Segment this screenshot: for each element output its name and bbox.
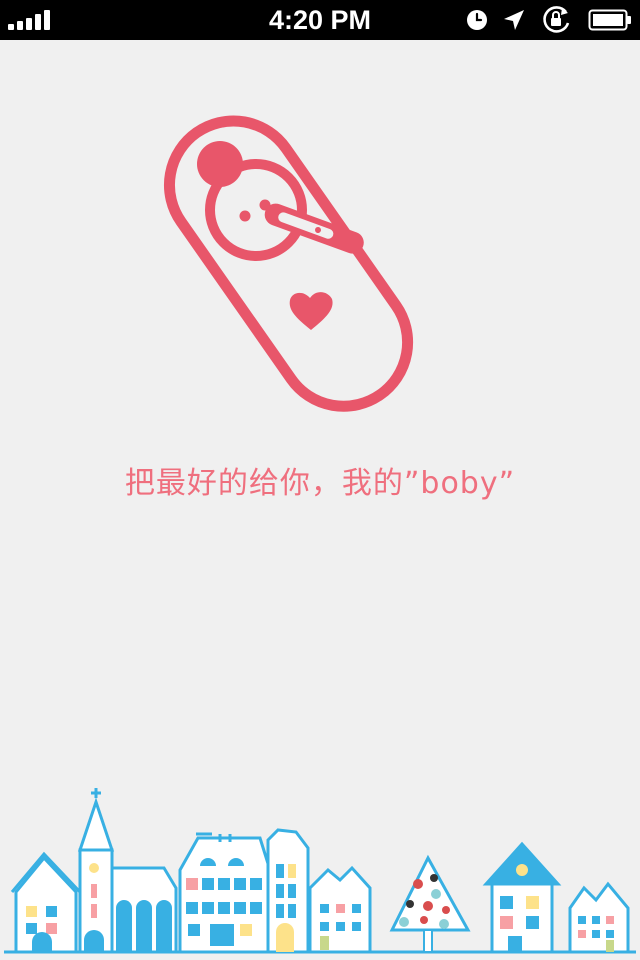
- town-skyline-illustration: [4, 788, 636, 954]
- swaddled-baby-icon: [163, 115, 414, 412]
- slogan-text: 把最好的给你，我的”boby”: [124, 466, 516, 501]
